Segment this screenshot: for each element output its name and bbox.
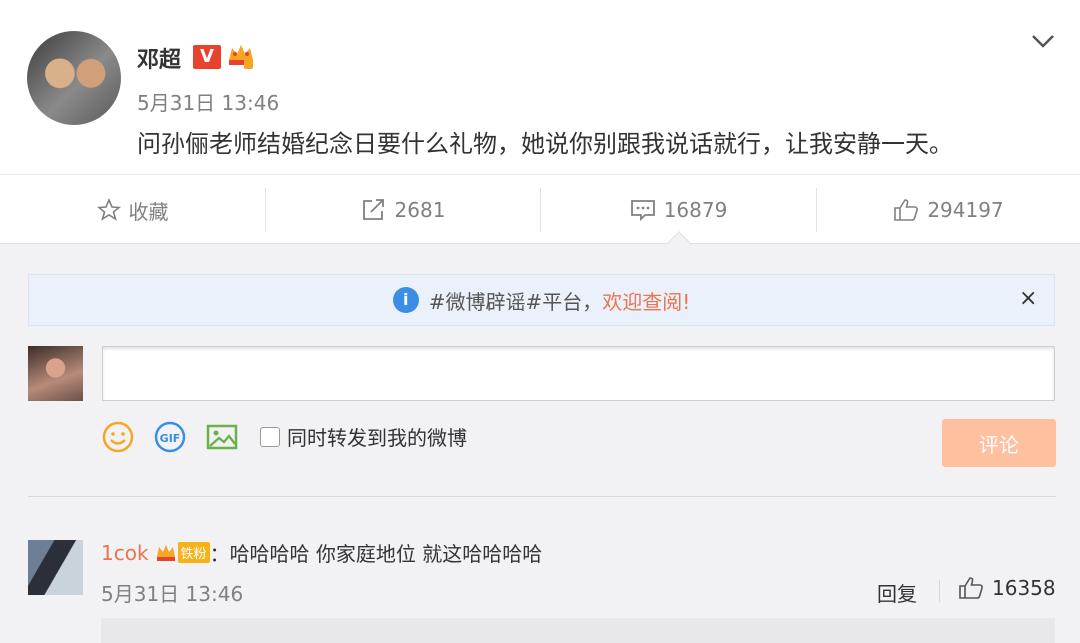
favorite-button[interactable]: 收藏 [0, 175, 265, 245]
submit-comment-button[interactable]: 评论 [942, 419, 1056, 467]
star-icon [96, 198, 121, 221]
fan-badge: 铁粉 [177, 542, 210, 563]
svg-text:GIF: GIF [160, 432, 181, 445]
comment-text: 哈哈哈哈 你家庭地位 就这哈哈哈哈 [229, 542, 543, 566]
commenter-avatar[interactable] [28, 540, 83, 595]
repost-button[interactable]: 2681 [266, 175, 540, 245]
thumbs-up-icon [894, 199, 919, 221]
weibo-post: 邓超 V 5月31日 13:46 问孙俪老师结婚纪念日要什么礼物，她说你别跟我说… [0, 0, 1080, 174]
comment-like-count: 16358 [992, 576, 1056, 600]
crown-icon [156, 544, 175, 561]
post-time: 5月31日 13:46 [137, 91, 280, 115]
comment-icon [630, 200, 655, 222]
sub-reply-box [101, 618, 1055, 643]
rumor-notice: i #微博辟谣#平台， 欢迎查阅! [28, 274, 1055, 326]
current-user-avatar [28, 346, 83, 401]
notice-link[interactable]: 欢迎查阅! [602, 286, 690, 315]
repost-count: 2681 [394, 198, 446, 222]
thumbs-up-icon [959, 577, 983, 599]
action-bar: 收藏 2681 16879 294197 [0, 174, 1080, 244]
divider [939, 580, 940, 602]
info-icon: i [392, 287, 419, 313]
repost-icon [362, 199, 384, 220]
divider [28, 496, 1056, 497]
chevron-down-icon[interactable] [1030, 28, 1056, 54]
comment-input[interactable] [102, 346, 1055, 401]
crown-icon [229, 45, 253, 69]
notice-text: #微博辟谣#平台， [428, 289, 603, 314]
comment-like-button[interactable]: 16358 [958, 576, 1056, 600]
post-text: 问孙俪老师结婚纪念日要什么礼物，她说你别跟我说话就行，让我安静一天。 [137, 130, 953, 158]
author-name[interactable]: 邓超 [137, 42, 181, 74]
gif-icon[interactable]: GIF [153, 420, 187, 454]
close-icon[interactable]: × [1019, 286, 1037, 311]
author-avatar[interactable] [27, 31, 121, 125]
commenter-name[interactable]: 1cok [101, 541, 149, 565]
favorite-label: 收藏 [128, 199, 169, 224]
comment-time: 5月31日 13:46 [101, 582, 244, 606]
reply-button[interactable]: 回复 [877, 578, 917, 607]
like-count: 294197 [927, 198, 1004, 222]
comment-separator: ： [209, 542, 230, 566]
image-icon[interactable] [205, 420, 239, 454]
repost-label[interactable]: 同时转发到我的微博 [287, 422, 467, 451]
comment-count: 16879 [663, 198, 728, 222]
comment-line: 1cok 铁粉 ： 哈哈哈哈 你家庭地位 就这哈哈哈哈 [101, 538, 542, 567]
emoji-icon[interactable] [101, 420, 135, 454]
verified-badge: V [193, 45, 221, 69]
like-button[interactable]: 294197 [817, 175, 1080, 245]
repost-checkbox[interactable] [260, 427, 280, 447]
